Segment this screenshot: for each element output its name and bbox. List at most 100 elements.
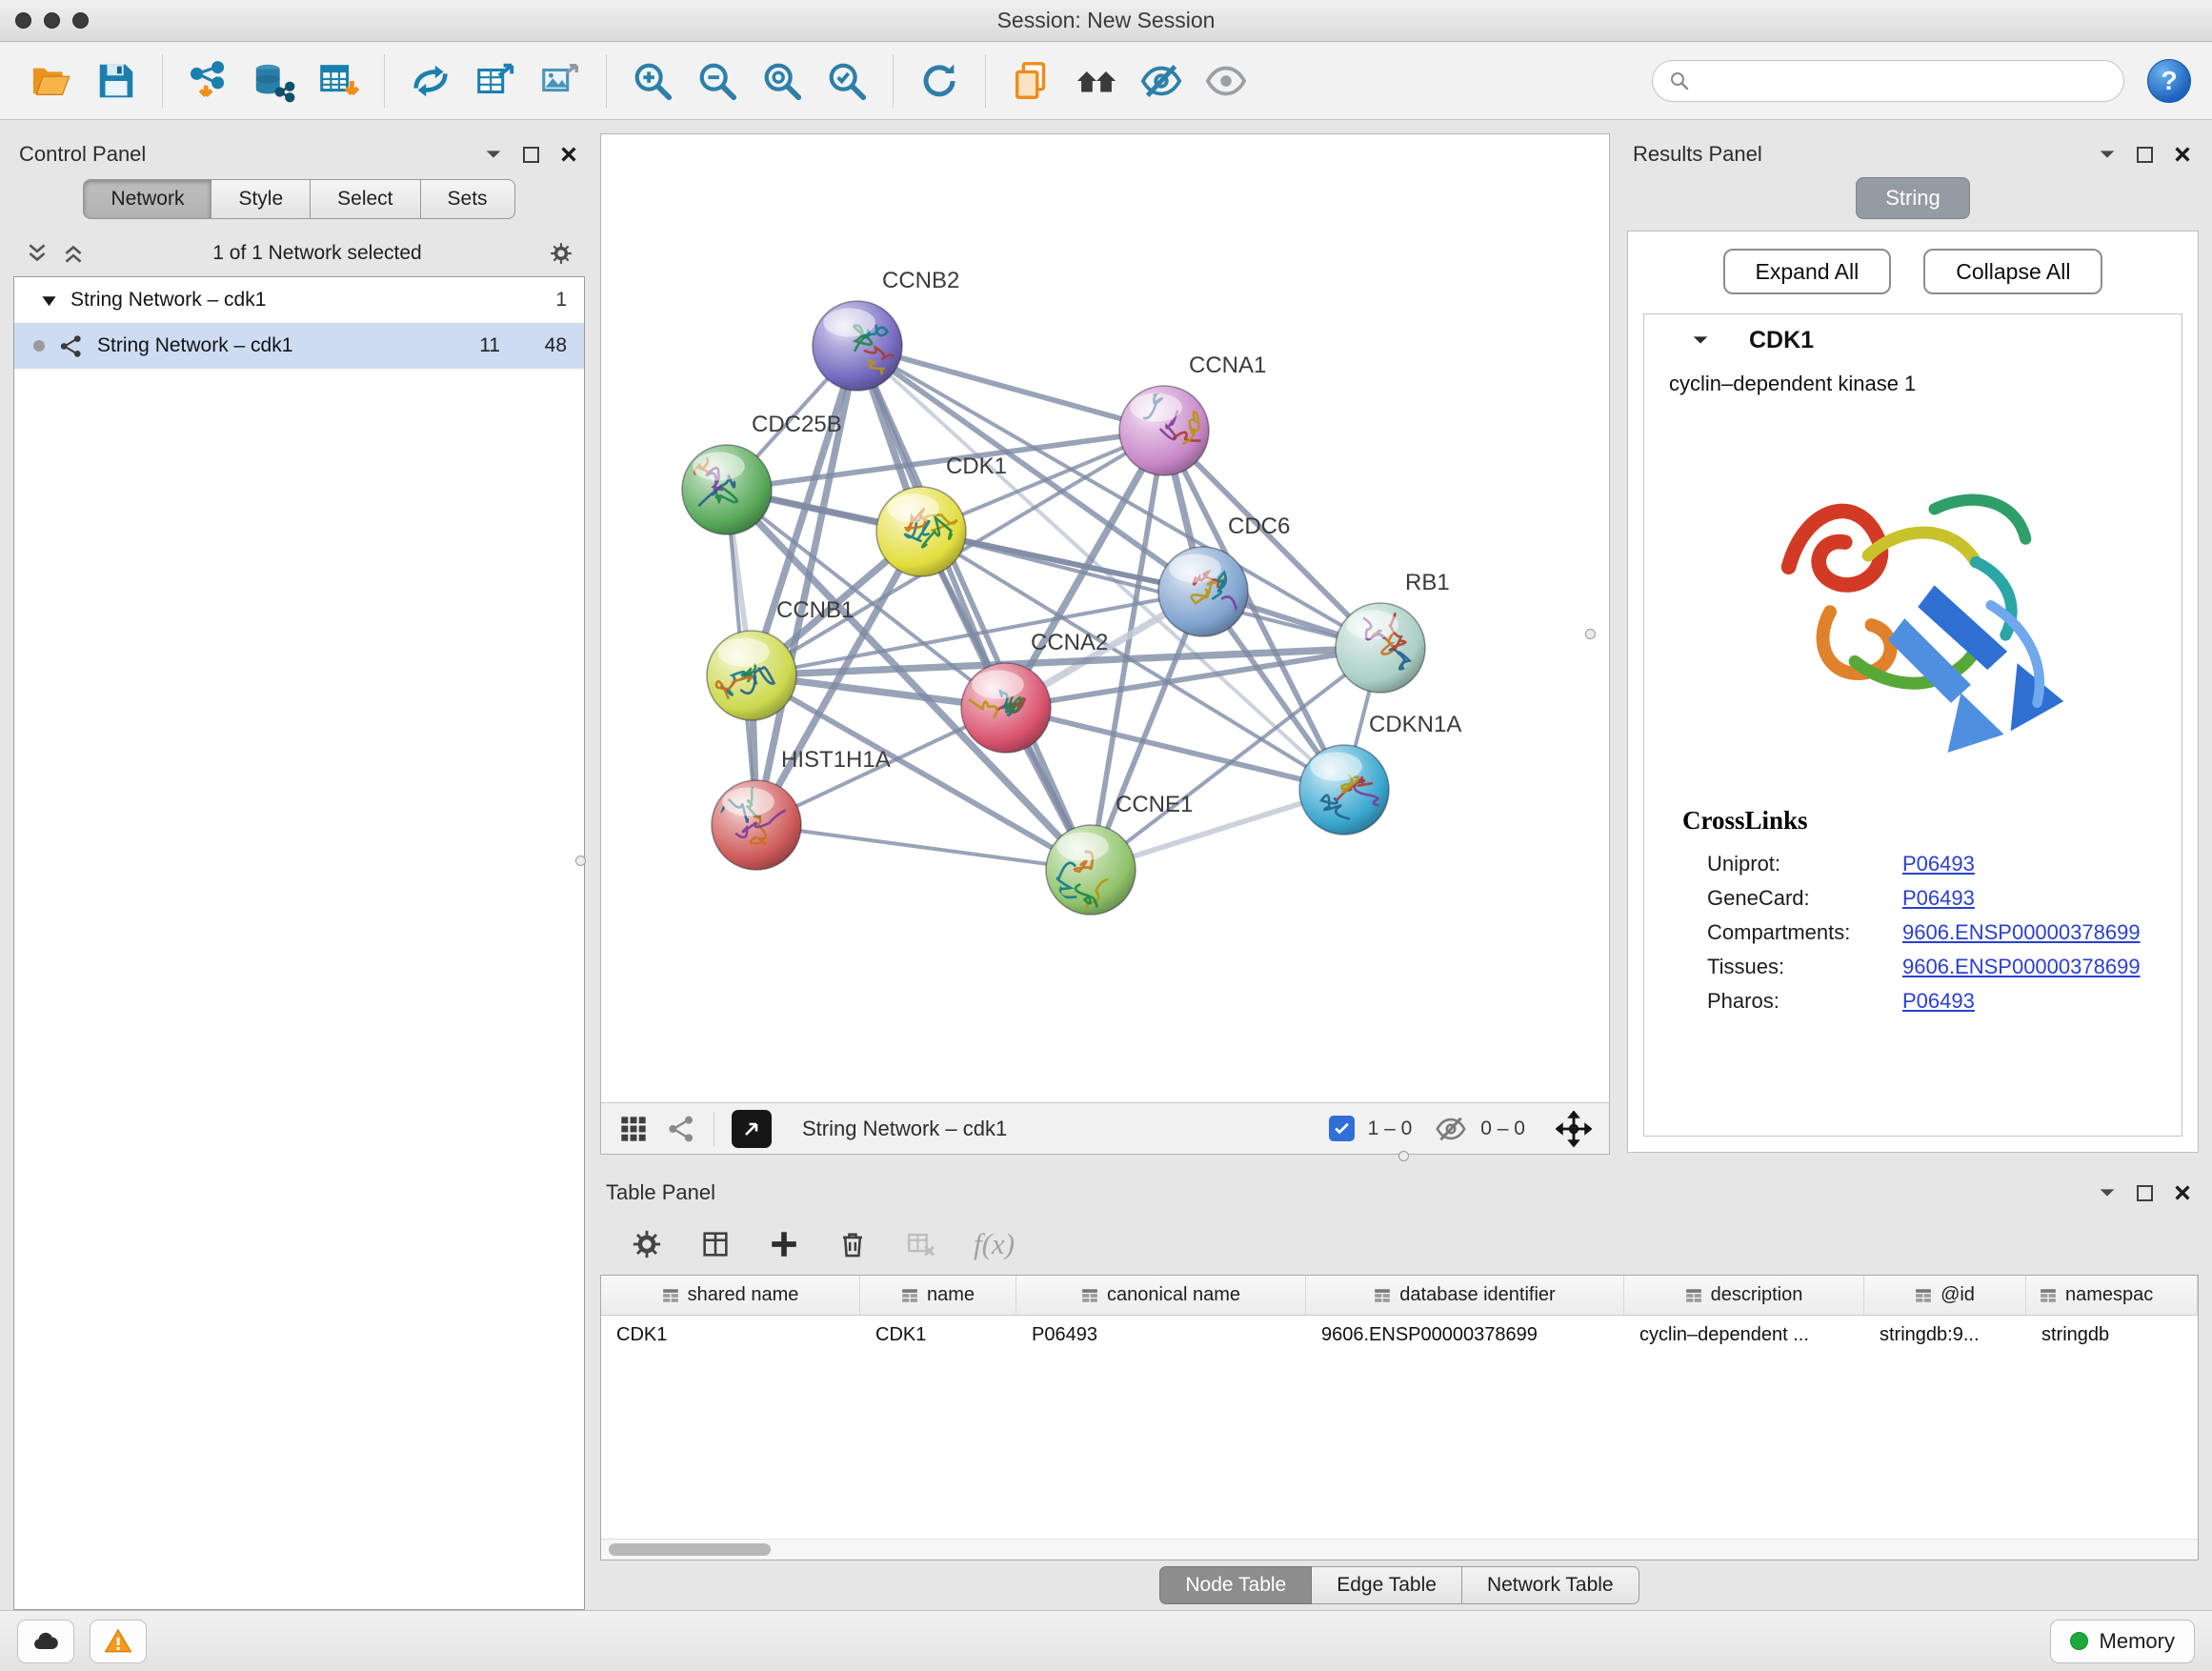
network-row-selected[interactable]: String Network – cdk1 11 48 bbox=[14, 323, 584, 369]
column-header-shared-name[interactable]: shared name bbox=[601, 1276, 860, 1315]
warnings-button[interactable] bbox=[90, 1620, 147, 1663]
panel-float-icon[interactable] bbox=[2097, 1182, 2118, 1203]
network-node-CCNA1[interactable]: CCNA1 bbox=[1119, 352, 1266, 475]
panel-float-icon[interactable] bbox=[483, 144, 504, 165]
apply-preferred-layout-button[interactable] bbox=[909, 50, 970, 112]
hide-selected-button[interactable] bbox=[1131, 50, 1192, 112]
network-edge[interactable] bbox=[857, 346, 1091, 870]
minimize-window-button[interactable] bbox=[44, 12, 60, 29]
scrollbar-thumb[interactable] bbox=[609, 1543, 771, 1556]
panel-close-icon[interactable] bbox=[558, 144, 579, 165]
panel-close-icon[interactable] bbox=[2172, 144, 2193, 165]
splitter-handle[interactable] bbox=[575, 856, 586, 866]
crosslink-value[interactable]: P06493 bbox=[1902, 886, 1975, 911]
network-node-CDK1[interactable]: CDK1 bbox=[876, 453, 1007, 576]
network-node-RB1[interactable]: RB1 bbox=[1336, 570, 1450, 693]
crosslink-value[interactable]: 9606.ENSP00000378699 bbox=[1902, 920, 2141, 945]
column-header-canonical-name[interactable]: canonical name bbox=[1016, 1276, 1306, 1315]
horizontal-scrollbar[interactable] bbox=[601, 1539, 2198, 1560]
crosslink-value[interactable]: 9606.ENSP00000378699 bbox=[1902, 955, 2141, 979]
column-header-description[interactable]: description bbox=[1624, 1276, 1864, 1315]
memory-button[interactable]: Memory bbox=[2050, 1620, 2195, 1663]
home-button[interactable] bbox=[1066, 50, 1127, 112]
section-collapse-icon[interactable] bbox=[1690, 330, 1711, 351]
crosslink-label: Compartments: bbox=[1707, 920, 1902, 945]
crosslink-value[interactable]: P06493 bbox=[1902, 852, 1975, 876]
import-network-from-file-button[interactable] bbox=[178, 50, 239, 112]
image-export-icon bbox=[538, 59, 582, 103]
zoom-out-button[interactable] bbox=[687, 50, 748, 112]
network-collection-row[interactable]: String Network – cdk1 1 bbox=[14, 277, 584, 323]
zoom-window-button[interactable] bbox=[72, 12, 89, 29]
expand-all-button[interactable]: Expand All bbox=[1723, 249, 1892, 294]
tab-string[interactable]: String bbox=[1856, 177, 1969, 219]
help-button[interactable]: ? bbox=[2147, 59, 2191, 103]
table-settings-gear-icon[interactable] bbox=[631, 1228, 663, 1260]
expand-all-icon[interactable] bbox=[25, 241, 50, 266]
search-icon bbox=[1668, 70, 1691, 92]
delete-column-icon[interactable] bbox=[836, 1228, 869, 1260]
collapse-all-button[interactable]: Collapse All bbox=[1923, 249, 2102, 294]
tab-sets[interactable]: Sets bbox=[421, 179, 515, 219]
documents-button[interactable] bbox=[1001, 50, 1062, 112]
crosslink-value[interactable]: P06493 bbox=[1902, 989, 1975, 1014]
network-edge[interactable] bbox=[756, 825, 1091, 870]
save-session-button[interactable] bbox=[86, 50, 147, 112]
open-in-window-button[interactable] bbox=[732, 1110, 772, 1148]
splitter-handle[interactable] bbox=[1398, 1151, 1409, 1161]
string-results-card: Expand All Collapse All CDK1 cyclin–depe… bbox=[1627, 231, 2199, 1153]
zoom-fit-button[interactable] bbox=[752, 50, 813, 112]
tab-network[interactable]: Network bbox=[83, 179, 211, 219]
panel-float-icon[interactable] bbox=[2097, 144, 2118, 165]
tree-expand-icon[interactable] bbox=[41, 292, 57, 309]
export-image-button[interactable] bbox=[530, 50, 591, 112]
column-type-icon bbox=[1081, 1287, 1098, 1304]
selected-count: 1 – 0 bbox=[1368, 1117, 1413, 1140]
gear-icon[interactable] bbox=[549, 241, 573, 266]
show-selected-button[interactable] bbox=[1196, 50, 1257, 112]
close-window-button[interactable] bbox=[15, 12, 31, 29]
new-network-from-selection-button[interactable] bbox=[400, 50, 461, 112]
collapse-all-icon[interactable] bbox=[61, 241, 86, 266]
cell-shared-name: CDK1 bbox=[601, 1316, 860, 1354]
table-row[interactable]: CDK1CDK1P064939606.ENSP00000378699cyclin… bbox=[601, 1316, 2198, 1354]
tab-edge-table[interactable]: Edge Table bbox=[1312, 1566, 1462, 1604]
splitter-handle[interactable] bbox=[1585, 629, 1596, 639]
add-column-icon[interactable] bbox=[768, 1228, 800, 1260]
zoom-out-icon bbox=[695, 59, 739, 103]
export-network-button[interactable] bbox=[465, 50, 526, 112]
pan-crosshair-icon[interactable] bbox=[1556, 1111, 1592, 1147]
tab-select[interactable]: Select bbox=[311, 179, 420, 219]
hidden-eye-icon[interactable] bbox=[1435, 1113, 1467, 1145]
import-network-from-database-button[interactable] bbox=[243, 50, 304, 112]
panel-maximize-icon[interactable] bbox=[2137, 147, 2153, 163]
tab-style[interactable]: Style bbox=[211, 179, 311, 219]
memory-label: Memory bbox=[2100, 1629, 2175, 1654]
zoom-selected-button[interactable] bbox=[816, 50, 877, 112]
panel-maximize-icon[interactable] bbox=[523, 147, 539, 163]
network-nodes: CCNB2CCNA1CDC25BCDK1CDC6RB1CCNB1CCNA2CDK… bbox=[682, 268, 1461, 932]
panel-close-icon[interactable] bbox=[2172, 1182, 2193, 1203]
network-canvas[interactable]: CCNB2CCNA1CDC25BCDK1CDC6RB1CCNB1CCNA2CDK… bbox=[601, 134, 1609, 1102]
column-header-namespac[interactable]: namespac bbox=[2026, 1276, 2198, 1315]
import-table-from-file-button[interactable] bbox=[308, 50, 369, 112]
control-panel-tabs: NetworkStyleSelectSets bbox=[13, 179, 585, 219]
column-header-database-identifier[interactable]: database identifier bbox=[1306, 1276, 1624, 1315]
tab-network-table[interactable]: Network Table bbox=[1462, 1566, 1639, 1604]
status-bar: Memory bbox=[0, 1610, 2212, 1671]
network-share-icon[interactable] bbox=[666, 1114, 696, 1144]
column-header-name[interactable]: name bbox=[860, 1276, 1016, 1315]
open-session-button[interactable] bbox=[21, 50, 82, 112]
show-columns-icon[interactable] bbox=[699, 1228, 732, 1260]
zoom-in-button[interactable] bbox=[622, 50, 683, 112]
network-node-CCNB2[interactable]: CCNB2 bbox=[813, 268, 959, 391]
network-node-HIST1H1A[interactable]: HIST1H1A bbox=[712, 747, 891, 870]
network-node-CDKN1A[interactable]: CDKN1A bbox=[1299, 712, 1461, 835]
search-input[interactable] bbox=[1700, 70, 2108, 91]
column-header--id[interactable]: @id bbox=[1864, 1276, 2026, 1315]
selected-checkbox-icon[interactable] bbox=[1329, 1116, 1355, 1141]
tab-node-table[interactable]: Node Table bbox=[1159, 1566, 1312, 1604]
panel-maximize-icon[interactable] bbox=[2137, 1185, 2153, 1201]
cloud-status-button[interactable] bbox=[17, 1620, 74, 1663]
birdseye-view-icon[interactable] bbox=[618, 1114, 649, 1144]
